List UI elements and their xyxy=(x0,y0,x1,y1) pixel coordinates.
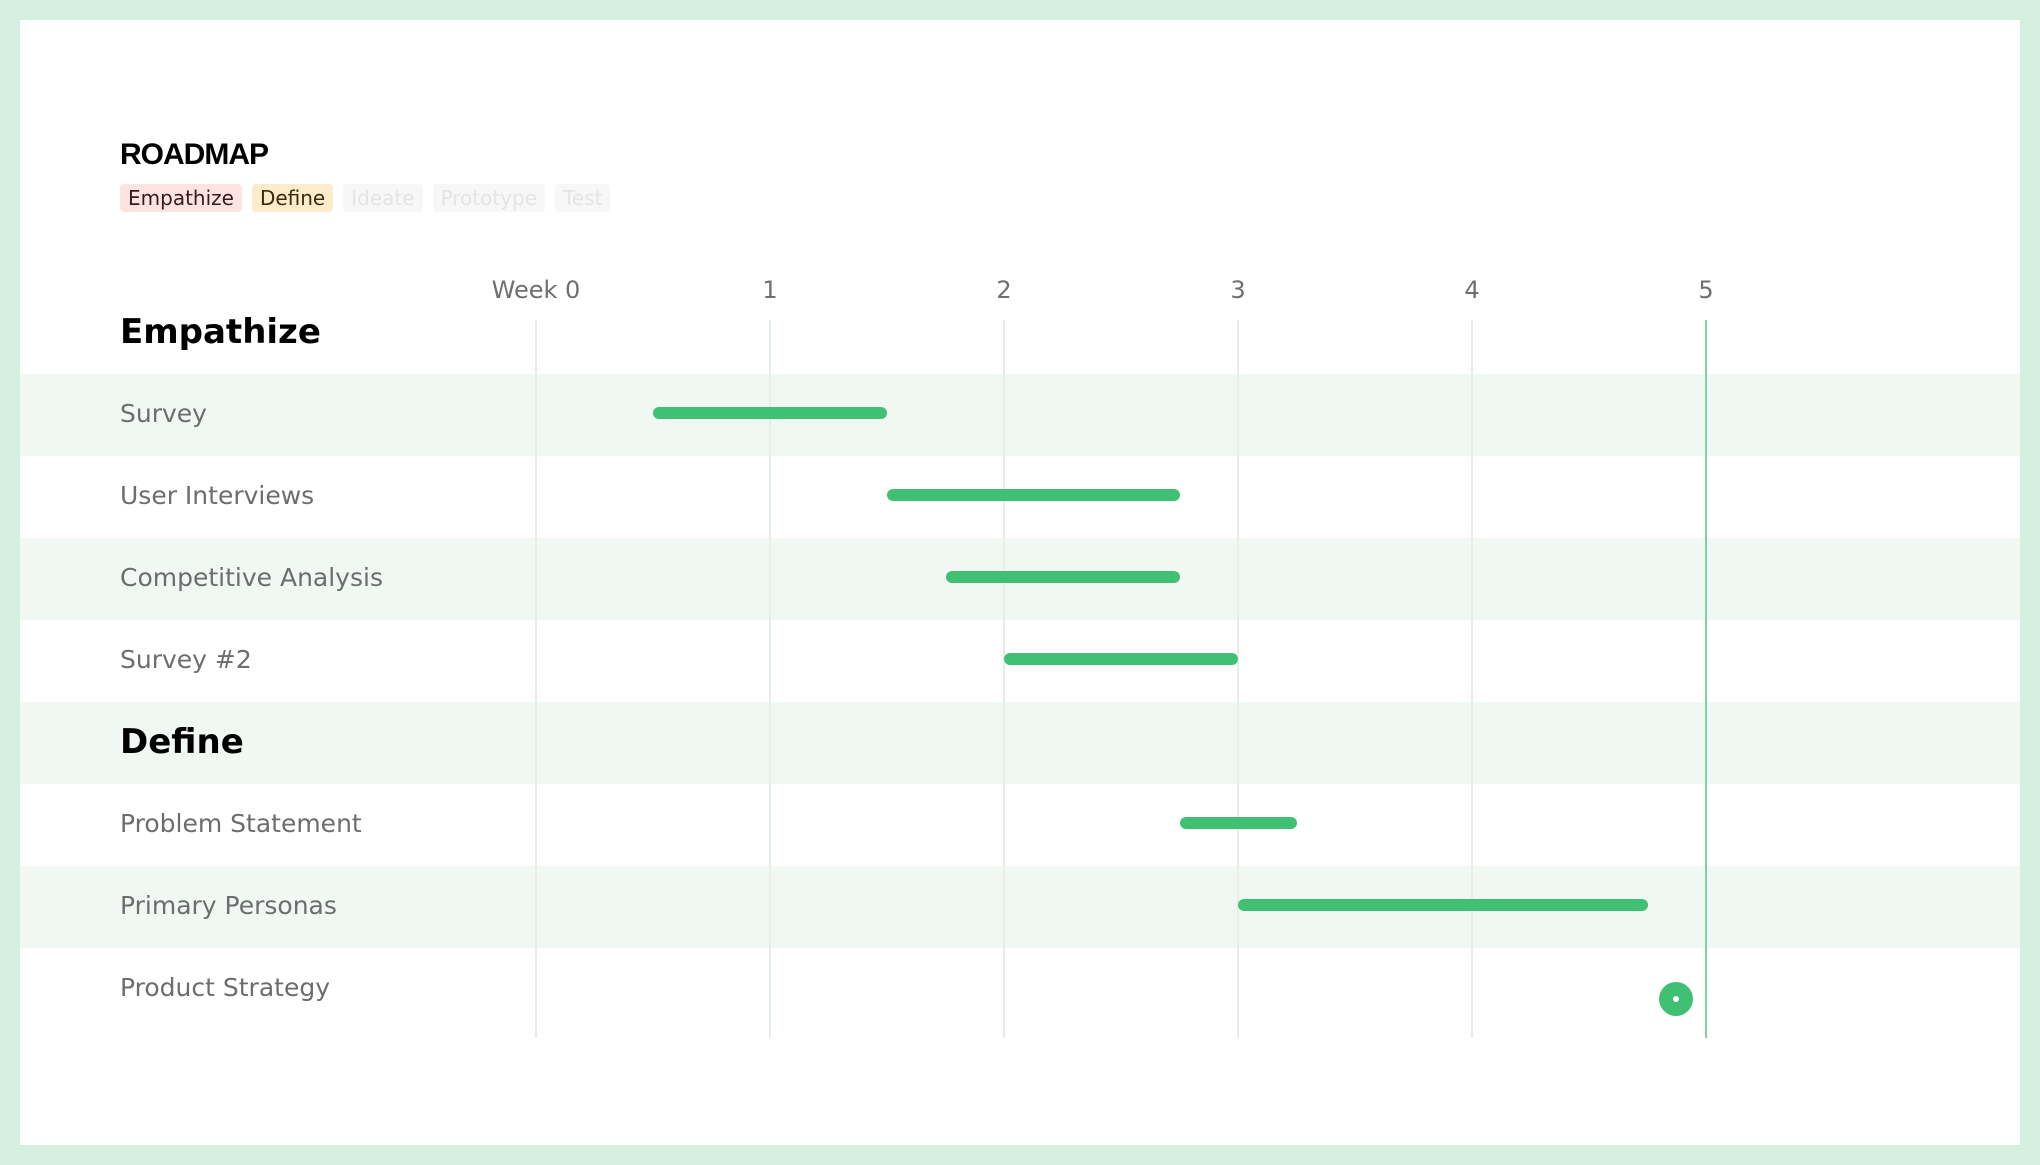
task-bar[interactable] xyxy=(1179,817,1297,829)
phase-tab-empathize[interactable]: Empathize xyxy=(120,184,242,212)
week-axis-label: 5 xyxy=(1698,276,1714,304)
task-label: Primary Personas xyxy=(120,891,337,920)
phase-tab-ideate[interactable]: Ideate xyxy=(343,184,423,212)
week-axis-label: 1 xyxy=(762,276,778,304)
task-bar[interactable] xyxy=(1004,653,1238,665)
milestone-center-dot xyxy=(1672,996,1679,1002)
roadmap-card: ROADMAP Empathize Define Ideate Prototyp… xyxy=(20,20,2020,1145)
task-bar[interactable] xyxy=(887,489,1180,501)
page-title: ROADMAP xyxy=(120,138,269,171)
phase-tab-prototype[interactable]: Prototype xyxy=(432,184,546,212)
current-week-line xyxy=(1705,320,1707,1038)
row-band xyxy=(20,374,2020,456)
group-heading: Define xyxy=(120,722,244,762)
week-gridline xyxy=(769,320,771,1038)
task-label: Survey xyxy=(120,399,207,428)
week-axis-label: Week 0 xyxy=(491,276,581,304)
task-label: Survey #2 xyxy=(120,645,252,674)
group-heading: Empathize xyxy=(120,312,321,352)
task-label: User Interviews xyxy=(120,481,315,510)
milestone-marker[interactable] xyxy=(1658,982,1693,1016)
phase-tabs: Empathize Define Ideate Prototype Test xyxy=(120,184,611,212)
task-bar[interactable] xyxy=(1238,899,1648,911)
phase-tab-define[interactable]: Define xyxy=(251,184,334,212)
task-label: Competitive Analysis xyxy=(120,563,383,592)
week-gridline xyxy=(1003,320,1005,1038)
task-label: Product Strategy xyxy=(120,973,330,1002)
task-label: Problem Statement xyxy=(120,809,362,838)
week-axis-label: 3 xyxy=(1230,276,1246,304)
week-gridline xyxy=(535,320,537,1038)
week-axis-label: 2 xyxy=(996,276,1012,304)
task-bar[interactable] xyxy=(945,571,1180,583)
week-axis-label: 4 xyxy=(1464,276,1480,304)
week-gridline xyxy=(1471,320,1473,1038)
phase-tab-test[interactable]: Test xyxy=(555,184,611,212)
row-band xyxy=(20,702,2020,784)
task-bar[interactable] xyxy=(653,407,887,419)
week-gridline xyxy=(1237,320,1239,1038)
